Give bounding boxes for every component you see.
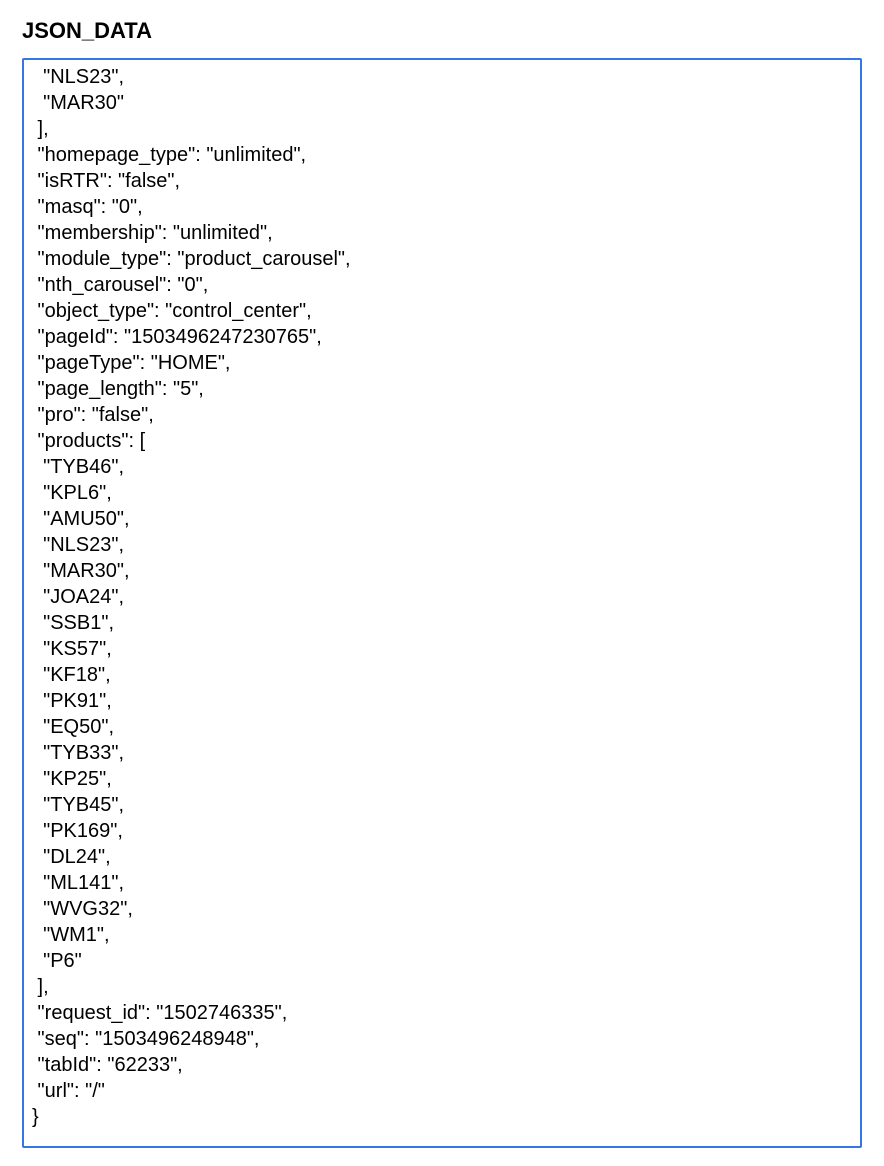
json-data-panel[interactable]: "AMU50", "NLS23", "MAR30" ], "homepage_t… bbox=[22, 58, 862, 1148]
json-text: "AMU50", "NLS23", "MAR30" ], "homepage_t… bbox=[32, 58, 852, 1130]
section-title: JSON_DATA bbox=[22, 18, 862, 44]
